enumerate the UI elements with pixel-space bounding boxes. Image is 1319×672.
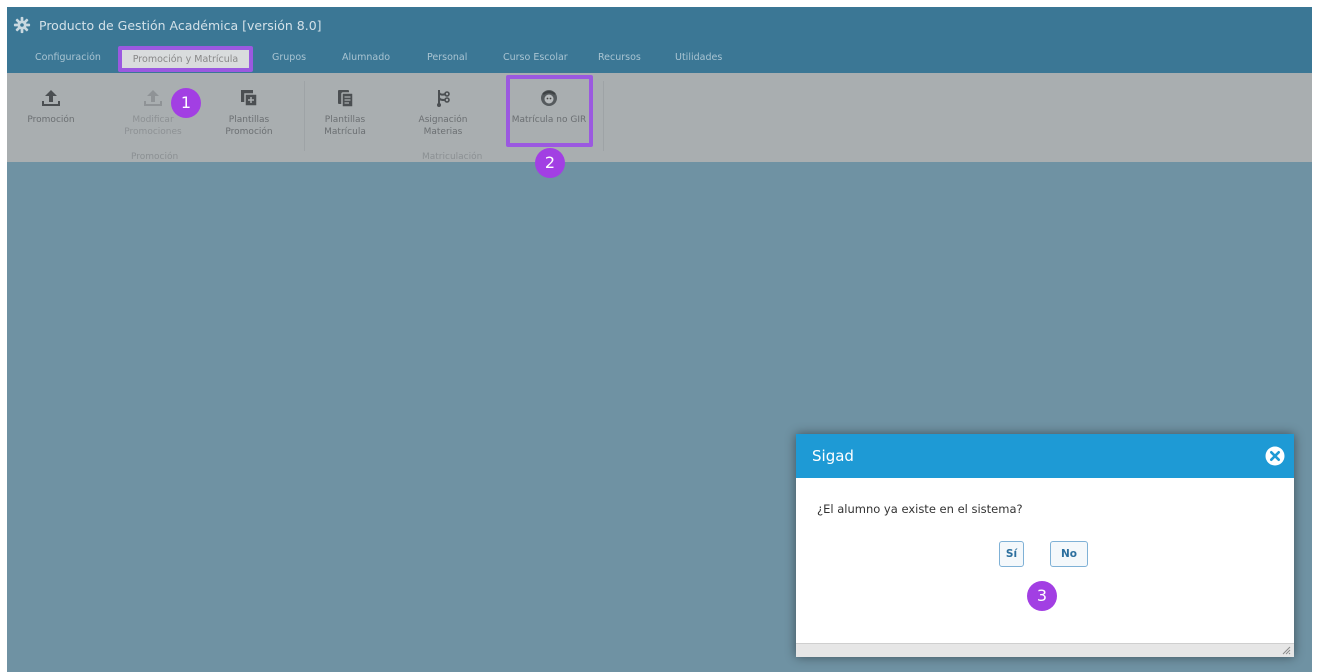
menu-promocion-matricula[interactable]: Promoción y Matrícula <box>118 46 253 72</box>
template-stack-icon <box>241 90 258 107</box>
document-copy-icon <box>338 90 354 108</box>
promocion-button[interactable]: Promoción <box>21 87 81 126</box>
ribbon-separator <box>603 81 604 151</box>
modificar-label-2: Promociones <box>124 127 182 137</box>
dialog-title: Sigad <box>812 447 854 465</box>
upload-icon <box>144 90 162 106</box>
menu-bar: Configuración Promoción y Matrícula Grup… <box>7 43 1312 73</box>
close-icon[interactable] <box>1265 446 1285 466</box>
menu-personal[interactable]: Personal <box>427 52 467 63</box>
menu-alumnado[interactable]: Alumnado <box>342 52 390 63</box>
plantillas-matricula-label-2: Matrícula <box>324 127 366 137</box>
menu-grupos[interactable]: Grupos <box>272 52 306 63</box>
confirm-dialog: Sigad ¿El alumno ya existe en el sistema… <box>796 434 1294 657</box>
plantillas-promo-label-2: Promoción <box>225 127 273 137</box>
dialog-header: Sigad <box>796 434 1294 478</box>
highlight-box-matricula-no-gir <box>506 75 593 147</box>
menu-curso-escolar[interactable]: Curso Escolar <box>503 52 568 63</box>
group-label-matriculacion: Matriculación <box>422 152 483 162</box>
tree-branch-icon <box>437 90 450 107</box>
upload-icon <box>42 90 60 106</box>
window-title: Producto de Gestión Académica [versión 8… <box>39 17 322 33</box>
dialog-message: ¿El alumno ya existe en el sistema? <box>817 502 1023 516</box>
ribbon-toolbar: Promoción Modificar Promociones Plantill… <box>7 73 1312 162</box>
gear-icon <box>13 16 31 34</box>
group-label-promocion: Promoción <box>131 152 179 162</box>
menu-recursos[interactable]: Recursos <box>598 52 641 63</box>
title-bar: Producto de Gestión Académica [versión 8… <box>7 7 1312 43</box>
step-badge-1: 1 <box>171 88 201 118</box>
no-button[interactable]: No <box>1050 541 1088 567</box>
plantillas-matricula-label-1: Plantillas <box>324 115 366 125</box>
plantillas-promocion-button[interactable]: Plantillas Promoción <box>214 87 284 138</box>
ribbon-separator <box>304 81 305 151</box>
promocion-label: Promoción <box>27 115 75 125</box>
asignacion-label-1: Asignación <box>418 115 468 125</box>
step-badge-2: 2 <box>535 148 565 178</box>
application-window: Producto de Gestión Académica [versión 8… <box>7 7 1312 672</box>
step-badge-3: 3 <box>1027 581 1057 611</box>
asignacion-materias-button[interactable]: Asignación Materias <box>408 87 478 138</box>
resize-grip-icon[interactable] <box>1282 646 1291 655</box>
plantillas-matricula-button[interactable]: Plantillas Matrícula <box>312 87 378 138</box>
asignacion-label-2: Materias <box>423 127 463 137</box>
menu-configuracion[interactable]: Configuración <box>35 52 101 63</box>
plantillas-promo-label-1: Plantillas <box>228 115 270 125</box>
dialog-footer <box>796 643 1294 657</box>
menu-utilidades[interactable]: Utilidades <box>675 52 722 63</box>
yes-button[interactable]: Sí <box>999 541 1024 567</box>
